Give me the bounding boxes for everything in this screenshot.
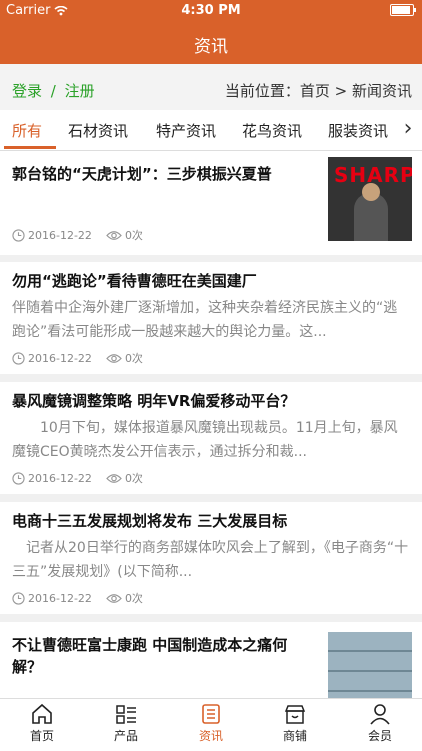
news-meta: 2016-12-22 0次 xyxy=(12,350,143,366)
eye-icon xyxy=(106,230,122,240)
clock-icon xyxy=(12,351,25,365)
footer-tab-shops[interactable]: 商铺 xyxy=(253,703,337,744)
news-title[interactable]: 郭台铭的“天虎计划”：三步棋振兴夏普 xyxy=(12,163,312,185)
news-views: 0次 xyxy=(124,592,143,605)
eye-icon xyxy=(106,473,122,483)
footer-label: 首页 xyxy=(29,729,54,743)
news-meta: 2016-12-22 0次 xyxy=(12,470,143,486)
news-views: 0次 xyxy=(124,472,143,485)
home-icon xyxy=(32,703,52,724)
tab-stone-news[interactable]: 石材资讯 xyxy=(68,120,128,141)
active-tab-indicator xyxy=(4,146,56,149)
login-link[interactable]: 登录 xyxy=(12,82,42,100)
news-summary: 伴随着中企海外建厂逐渐增加，这种夹杂着经济民族主义的“逃跑论”看法可能形成一股越… xyxy=(12,300,398,340)
news-meta: 2016-12-22 0次 xyxy=(12,227,143,243)
auth-separator: / xyxy=(50,82,56,100)
news-thumbnail[interactable]: SHARP xyxy=(328,157,412,241)
location-bar: 登录 / 注册 当前位置：首页 > 新闻资讯 xyxy=(0,64,422,110)
status-bar: Carrier 4:30 PM xyxy=(0,0,422,22)
footer-tab-news[interactable]: 资讯 xyxy=(169,703,253,744)
bottom-tab-bar: 首页 产品 资讯 商铺 会员 xyxy=(0,698,422,751)
list-item[interactable]: 电商十三五发展规划将发布 三大发展目标 记者从20日举行的商务部媒体吹风会上了解… xyxy=(0,502,422,614)
breadcrumb: 当前位置：首页 > 新闻资讯 xyxy=(224,82,412,100)
eye-icon xyxy=(106,593,122,603)
status-time: 4:30 PM xyxy=(181,3,241,18)
page-title: 资讯 xyxy=(194,37,228,57)
footer-label: 产品 xyxy=(113,729,138,743)
footer-label: 资讯 xyxy=(198,729,223,743)
tab-specialty-news[interactable]: 特产资讯 xyxy=(156,120,216,141)
chevron-right-icon[interactable]: › xyxy=(394,110,422,150)
news-title[interactable]: 电商十三五发展规划将发布 三大发展目标 xyxy=(12,510,410,532)
footer-tab-home[interactable]: 首页 xyxy=(0,703,84,744)
list-item[interactable]: 不让曹德旺富士康跑 中国制造成本之痛何解？ xyxy=(0,622,422,716)
news-summary: 10月下旬，媒体报道暴风魔镜出现裁员。11月上旬，暴风魔镜CEO黄晓杰发公开信表… xyxy=(12,420,398,460)
auth-links: 登录 / 注册 xyxy=(12,80,95,101)
clock-icon xyxy=(12,471,25,485)
list-item[interactable]: 郭台铭的“天虎计划”：三步棋振兴夏普 2016-12-22 0次 SHARP xyxy=(0,151,422,255)
tab-all[interactable]: 所有 xyxy=(12,120,42,141)
news-title[interactable]: 勿用“逃跑论”看待曹德旺在美国建厂 xyxy=(12,270,410,292)
list-item[interactable]: 暴风魔镜调整策略 明年VR偏爱移动平台？ 10月下旬，媒体报道暴风魔镜出现裁员。… xyxy=(0,382,422,494)
battery-icon xyxy=(390,4,416,16)
news-views: 0次 xyxy=(124,229,143,242)
news-icon xyxy=(202,704,220,724)
category-tabs: 所有 石材资讯 特产资讯 花鸟资讯 服装资讯 › xyxy=(0,110,422,151)
tab-flower-bird-news[interactable]: 花鸟资讯 xyxy=(242,120,302,141)
clock-icon xyxy=(12,591,25,605)
footer-label: 商铺 xyxy=(282,729,307,743)
list-icon xyxy=(116,705,136,724)
shop-icon xyxy=(284,705,306,724)
footer-tab-products[interactable]: 产品 xyxy=(84,703,168,744)
clock-icon xyxy=(12,228,25,242)
tab-clothing-news[interactable]: 服装资讯 xyxy=(328,120,388,141)
eye-icon xyxy=(106,353,122,363)
news-date: 2016-12-22 xyxy=(28,471,92,485)
user-icon xyxy=(370,704,390,725)
register-link[interactable]: 注册 xyxy=(65,82,95,100)
footer-label: 会员 xyxy=(367,729,392,743)
news-date: 2016-12-22 xyxy=(28,591,92,605)
news-title[interactable]: 暴风魔镜调整策略 明年VR偏爱移动平台？ xyxy=(12,390,410,412)
news-date: 2016-12-22 xyxy=(28,228,92,242)
news-title[interactable]: 不让曹德旺富士康跑 中国制造成本之痛何解？ xyxy=(12,634,310,678)
nav-bar: 资讯 xyxy=(0,22,422,64)
news-views: 0次 xyxy=(124,352,143,365)
news-summary: 记者从20日举行的商务部媒体吹风会上了解到，《电子商务“十三五”发展规划》(以下… xyxy=(12,540,409,580)
news-meta: 2016-12-22 0次 xyxy=(12,590,143,606)
list-item[interactable]: 勿用“逃跑论”看待曹德旺在美国建厂 伴随着中企海外建厂逐渐增加，这种夹杂着经济民… xyxy=(0,262,422,374)
news-date: 2016-12-22 xyxy=(28,351,92,365)
footer-tab-member[interactable]: 会员 xyxy=(338,703,422,744)
